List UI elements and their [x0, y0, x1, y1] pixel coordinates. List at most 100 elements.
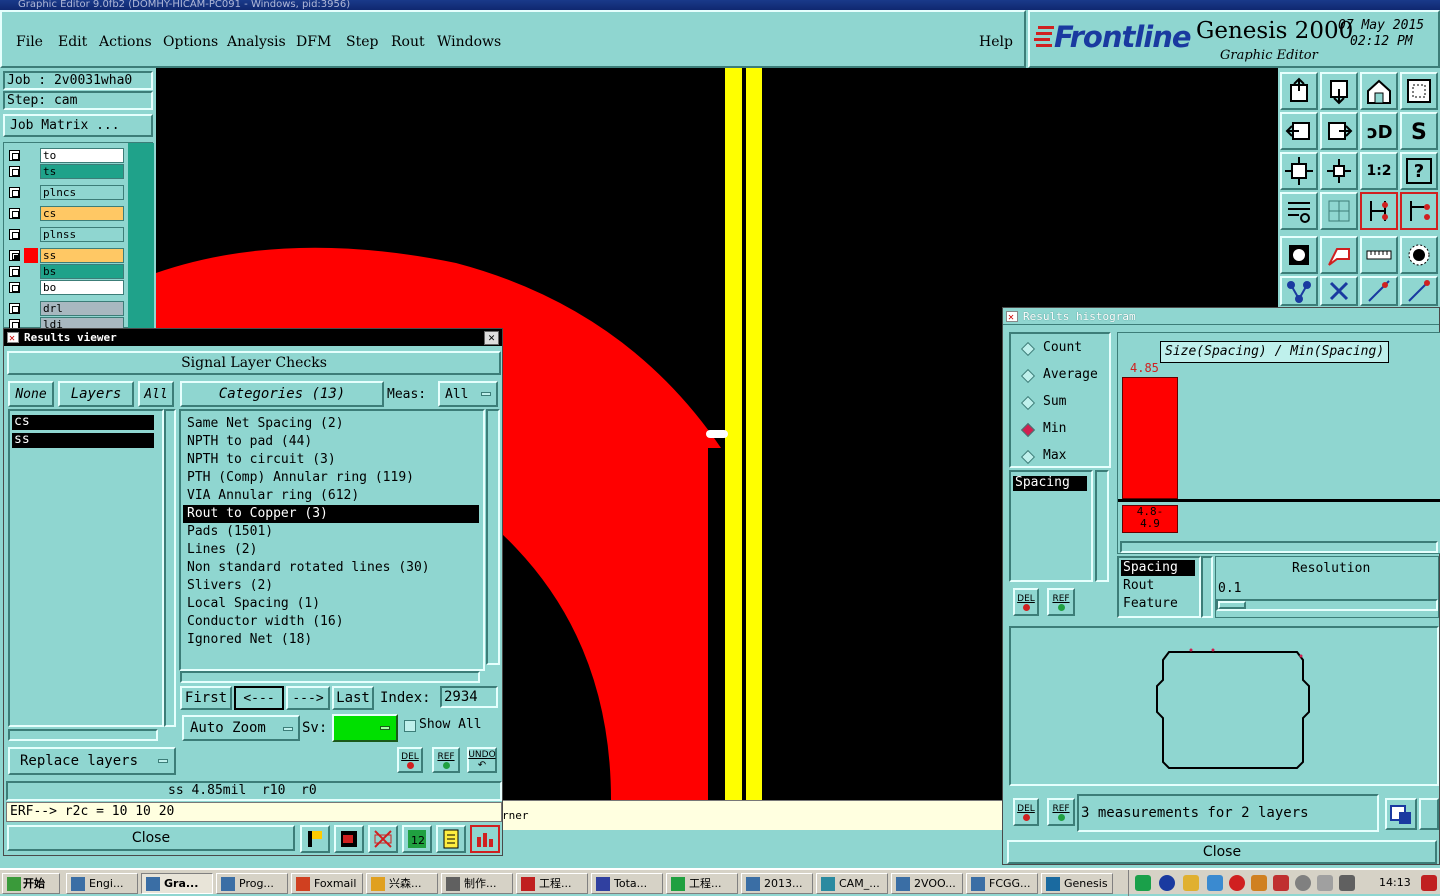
undo-view-icon[interactable] — [1280, 72, 1318, 110]
zoom-fit-icon[interactable] — [1400, 72, 1438, 110]
none-button[interactable]: None — [8, 381, 54, 407]
field-item-spacing[interactable]: Spacing — [1121, 560, 1195, 576]
redo-view-icon[interactable] — [1320, 72, 1358, 110]
more-icon[interactable] — [1419, 798, 1439, 830]
layer-checkbox[interactable] — [9, 250, 20, 261]
rotate-icon[interactable]: S — [1400, 112, 1438, 150]
zoom-in-icon[interactable] — [1280, 152, 1318, 190]
category-item[interactable]: Ignored Net (18) — [183, 631, 479, 649]
start-button[interactable]: 开始 — [2, 873, 60, 894]
layer-checkbox[interactable] — [9, 229, 20, 240]
taskbar-item[interactable]: Genesis — [1041, 873, 1113, 894]
hist-del-button[interactable]: DEL — [1013, 588, 1039, 616]
category-item[interactable]: Non standard rotated lines (30) — [183, 559, 479, 577]
category-item[interactable]: Local Spacing (1) — [183, 595, 479, 613]
taskbar-item[interactable]: Engi... — [66, 873, 138, 894]
menu-options[interactable]: Options — [163, 34, 218, 50]
net-icon[interactable] — [1280, 276, 1318, 306]
index-input[interactable]: 2934 — [440, 686, 498, 708]
layer-checkbox[interactable] — [9, 266, 20, 277]
layer-checkbox[interactable] — [9, 150, 20, 161]
snap-icon[interactable] — [1360, 192, 1398, 230]
home-icon[interactable] — [1360, 72, 1398, 110]
category-item[interactable]: Pads (1501) — [183, 523, 479, 541]
categories-button[interactable]: Categories (13) — [180, 381, 384, 407]
route-icon[interactable] — [1360, 276, 1398, 306]
radio-icon[interactable] — [1020, 395, 1036, 411]
histogram-list-item[interactable]: Spacing — [1013, 476, 1087, 491]
zoom-out-icon[interactable] — [1320, 152, 1358, 190]
taskbar-item[interactable]: Tota... — [591, 873, 663, 894]
histogram-close-button[interactable]: Close — [1007, 840, 1437, 864]
window-menu-icon[interactable] — [7, 330, 19, 347]
window-menu-icon[interactable] — [1006, 309, 1018, 326]
histogram-icon[interactable] — [470, 825, 500, 853]
all-button[interactable]: All — [138, 381, 174, 407]
layer-checkbox[interactable] — [9, 187, 20, 198]
connect-icon[interactable] — [1400, 192, 1438, 230]
field-item-rout[interactable]: Rout — [1121, 578, 1195, 594]
category-item[interactable]: Same Net Spacing (2) — [183, 415, 479, 433]
close-button[interactable]: Close — [7, 825, 295, 851]
layer-list-scrollbar[interactable] — [128, 143, 154, 329]
layer-row-bs[interactable]: bs — [6, 264, 124, 279]
tools-icon[interactable] — [1280, 192, 1318, 230]
category-hscroll[interactable] — [180, 671, 480, 683]
layers-button[interactable]: Layers — [58, 381, 134, 407]
radio-icon[interactable] — [1020, 449, 1036, 465]
tray-pen-icon[interactable] — [1251, 875, 1267, 891]
taskbar-item[interactable]: Prog... — [216, 873, 288, 894]
mirror-icon[interactable]: ɔD — [1360, 112, 1398, 150]
menu-analysis[interactable]: Analysis — [227, 34, 286, 50]
show-all-checkbox[interactable] — [404, 720, 416, 732]
radio-icon[interactable] — [1020, 368, 1036, 384]
layer-row-cs[interactable]: cs — [6, 206, 124, 221]
one-to-one-icon[interactable]: 1:2 — [1360, 152, 1398, 190]
next-button[interactable]: ---> — [286, 686, 330, 710]
layer-checkbox[interactable] — [9, 282, 20, 293]
menu-rout[interactable]: Rout — [391, 34, 425, 50]
menu-help[interactable]: Help — [979, 34, 1013, 50]
layer-row-plnss[interactable]: plnss — [6, 227, 124, 242]
field-list-vscroll[interactable] — [1201, 556, 1213, 618]
layer-list-hscroll[interactable] — [8, 729, 158, 741]
taskbar-item[interactable]: 制作... — [441, 873, 513, 894]
category-item[interactable]: NPTH to pad (44) — [183, 433, 479, 451]
tray-security-icon[interactable] — [1229, 875, 1245, 891]
radio-icon[interactable] — [1020, 422, 1036, 438]
job-matrix-button[interactable]: Job Matrix ... — [3, 114, 153, 137]
grid-icon[interactable] — [1320, 192, 1358, 230]
pad-icon[interactable] — [1400, 236, 1438, 274]
layer-row-to[interactable]: to — [6, 148, 124, 163]
sv-color-select[interactable] — [332, 714, 398, 742]
tray-volume-icon[interactable] — [1317, 875, 1333, 891]
del-button[interactable]: DEL — [397, 747, 423, 773]
taskbar-item[interactable]: Foxmail — [291, 873, 363, 894]
preview-ref-button[interactable]: REF — [1047, 798, 1075, 826]
taskbar-item[interactable]: 2013... — [741, 873, 813, 894]
prev-button[interactable]: <--- — [234, 686, 284, 710]
category-item[interactable]: Conductor width (16) — [183, 613, 479, 631]
layer-item-cs[interactable]: cs — [12, 415, 154, 430]
menu-step[interactable]: Step — [346, 34, 378, 50]
ruler-icon[interactable] — [1360, 236, 1398, 274]
layer-row-bo[interactable]: bo — [6, 280, 124, 295]
report-icon[interactable] — [436, 825, 466, 853]
field-item-feature[interactable]: Feature — [1121, 596, 1195, 612]
layer-checkbox[interactable] — [9, 208, 20, 219]
menu-file[interactable]: File — [16, 34, 43, 50]
layer-row-plncs[interactable]: plncs — [6, 185, 124, 200]
taskbar-item[interactable]: 工程... — [666, 873, 738, 894]
layer-row-ts[interactable]: ts — [6, 164, 124, 179]
close-icon[interactable]: ✕ — [484, 331, 499, 345]
taskbar-item[interactable]: 工程... — [516, 873, 588, 894]
meas-select[interactable]: All — [438, 381, 498, 407]
menu-edit[interactable]: Edit — [58, 34, 87, 50]
category-item[interactable]: Rout to Copper (3) — [183, 505, 479, 523]
help-icon[interactable]: ? — [1400, 152, 1438, 190]
auto-zoom-select[interactable]: Auto Zoom — [182, 715, 300, 741]
tray-clock-icon[interactable] — [1295, 875, 1311, 891]
layer-list-vscroll[interactable] — [164, 409, 176, 727]
tray-network-icon[interactable] — [1207, 875, 1223, 891]
pan-right-icon[interactable] — [1320, 112, 1358, 150]
